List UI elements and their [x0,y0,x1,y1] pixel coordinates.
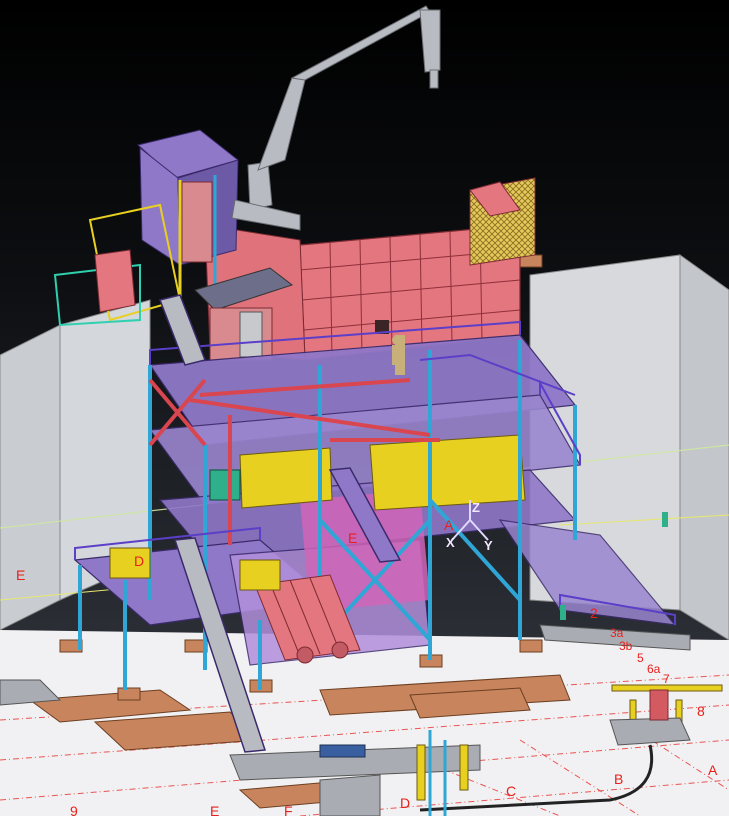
grid-label-8: 8 [697,703,705,719]
grid-label-e-bottom: E [210,803,219,816]
axis-y-label: Y [484,538,493,553]
grid-label-e-mid: E [348,530,357,546]
axis-x-label: X [446,535,455,550]
grid-label-c-bottom: C [506,783,516,799]
grid-label-e-left: E [16,567,25,583]
grid-label-2: 2 [590,605,598,621]
axis-z-label: Z [472,500,480,515]
grid-label-7: 7 [663,672,670,686]
grid-label-a-mid: A [444,517,454,533]
grid-label-b-bottom: B [614,771,623,787]
grid-label-5: 5 [637,651,644,665]
grid-label-d-bottom: D [400,795,410,811]
grid-label-9: 9 [70,803,78,816]
worker-figure [392,336,400,365]
grid-label-3a: 3a [610,626,624,640]
grid-label-f-bottom: F [284,803,293,816]
grid-label-6a: 6a [647,662,661,676]
grid-label-3b: 3b [619,639,633,653]
grid-label-d-left: D [134,553,144,569]
structure-model-viewport[interactable]: Z X Y E D E A 2 3a 3b 5 6a 7 8 A B C D F… [0,0,729,816]
grid-label-a-bottom: A [708,762,718,778]
